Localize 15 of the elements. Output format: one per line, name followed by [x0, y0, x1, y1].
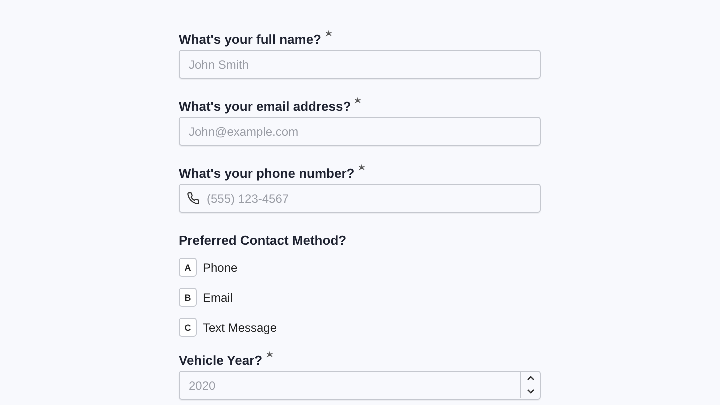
question-label: What's your full name? [179, 31, 322, 48]
question-label: What's your phone number? [179, 165, 355, 182]
number-field[interactable]: 2020 [179, 371, 541, 400]
chevron-down-icon [526, 389, 534, 394]
chevron-up-icon [526, 376, 534, 381]
phone-field[interactable]: (555) 123-4567 [179, 184, 541, 213]
text-field[interactable]: John Smith [179, 50, 541, 79]
question-label: Preferred Contact Method? [179, 232, 347, 249]
question-label: Vehicle Year? [179, 352, 263, 369]
phone-icon [187, 192, 200, 205]
text-field[interactable]: John@example.com [179, 117, 541, 146]
choice-option[interactable]: B Email [179, 288, 234, 307]
question-label: What's your email address? [179, 98, 352, 115]
choice-option[interactable]: C Text Message [179, 318, 278, 337]
choice-option[interactable]: A Phone [179, 258, 238, 277]
